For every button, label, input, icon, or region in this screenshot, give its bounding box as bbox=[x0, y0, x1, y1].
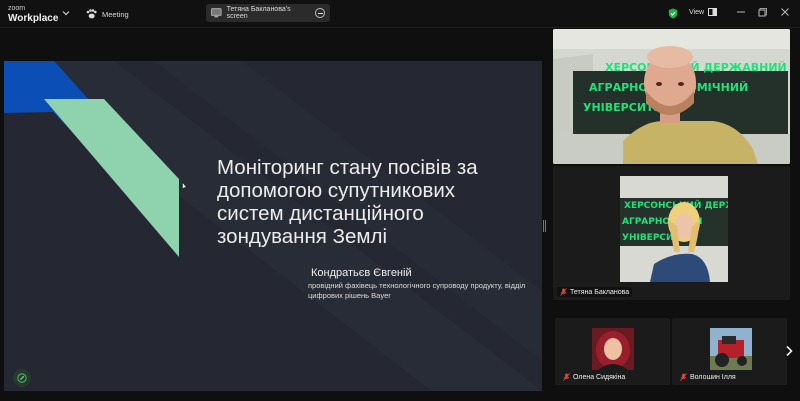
svg-text:ХЕРСОНСЬКИЙ ДЕРЖАВНИЙ: ХЕРСОНСЬКИЙ ДЕРЖАВНИЙ bbox=[605, 61, 787, 74]
annotate-button[interactable] bbox=[13, 369, 31, 387]
pencil-icon bbox=[17, 373, 27, 383]
speaker-video-tile[interactable]: ХЕРСОНСЬКИЙ ДЕРЖАВНИЙ АГРАРНО-ЕКОНОМІЧНИ… bbox=[553, 29, 790, 164]
avatar bbox=[592, 328, 634, 370]
paw-icon bbox=[86, 9, 97, 19]
resize-handle[interactable] bbox=[543, 220, 546, 232]
stop-share-icon[interactable] bbox=[315, 8, 325, 18]
avatar bbox=[710, 328, 752, 370]
brand-large: Workplace bbox=[8, 13, 59, 24]
chevron-down-icon[interactable] bbox=[62, 9, 70, 17]
maximize-icon[interactable] bbox=[758, 7, 768, 17]
participant-name: Волошин Ілля bbox=[690, 373, 736, 381]
participant-thumb[interactable]: Волошин Ілля bbox=[672, 318, 787, 385]
participant-name: Тетяна Бакланова bbox=[570, 288, 630, 296]
mic-muted-icon bbox=[560, 288, 567, 296]
participant-thumbnail-strip: Олена Сидякіна Волошин Ілля bbox=[553, 318, 790, 385]
participant-video-tile[interactable]: ХЕРСОНСЬКИЙ ДЕРЖ АГРАРНО-ЕКОН УНІВЕРСИТЕ… bbox=[553, 166, 790, 300]
close-icon[interactable] bbox=[780, 7, 790, 17]
brand-small: zoom bbox=[8, 5, 26, 12]
participant-name-tag: Волошин Ілля bbox=[677, 372, 739, 382]
shared-screen-area: Моніторинг стану посівів за допомогою су… bbox=[0, 28, 545, 391]
zoom-workplace-logo[interactable]: zoom Workplace bbox=[8, 4, 59, 24]
participant-photo: ХЕРСОНСЬКИЙ ДЕРЖ АГРАРНО-ЕКОН УНІВЕРСИТЕ… bbox=[620, 176, 728, 282]
mic-muted-icon bbox=[563, 373, 570, 381]
slide-author: Кондратьєв Євгеній bbox=[311, 267, 412, 279]
meeting-menu[interactable]: Meeting bbox=[86, 7, 129, 21]
view-menu[interactable]: View bbox=[689, 8, 718, 16]
slide-author-role: провідний фахівець технологічного супров… bbox=[308, 281, 526, 300]
slide-title: Моніторинг стану посівів за допомогою су… bbox=[217, 156, 478, 248]
participant-name-tag: Олена Сидякіна bbox=[560, 372, 628, 382]
mouse-cursor-icon bbox=[182, 182, 187, 190]
screen-share-indicator[interactable]: Тетяна Бакланова's screen bbox=[206, 4, 330, 22]
shield-icon[interactable] bbox=[668, 8, 678, 19]
speaker-video-feed: ХЕРСОНСЬКИЙ ДЕРЖАВНИЙ АГРАРНО-ЕКОНОМІЧНИ… bbox=[553, 29, 790, 164]
presentation-slide: Моніторинг стану посівів за допомогою су… bbox=[4, 61, 542, 391]
participant-name: Олена Сидякіна bbox=[573, 373, 626, 381]
participant-video-feed: ХЕРСОНСЬКИЙ ДЕРЖ АГРАРНО-ЕКОН УНІВЕРСИТЕ… bbox=[620, 176, 728, 282]
chevron-right-icon[interactable] bbox=[785, 345, 793, 357]
meeting-label: Meeting bbox=[102, 9, 129, 19]
layout-icon bbox=[708, 8, 718, 16]
view-label: View bbox=[689, 8, 705, 16]
participant-name-tag: Тетяна Бакланова bbox=[557, 287, 633, 297]
top-bar: zoom Workplace Meeting Тетяна Бакланова'… bbox=[0, 0, 800, 28]
screen-icon bbox=[211, 8, 222, 18]
participant-thumb[interactable]: Олена Сидякіна bbox=[555, 318, 670, 385]
share-label: Тетяна Бакланова's screen bbox=[226, 6, 291, 20]
minimize-icon[interactable] bbox=[736, 7, 746, 17]
mic-muted-icon bbox=[680, 373, 687, 381]
